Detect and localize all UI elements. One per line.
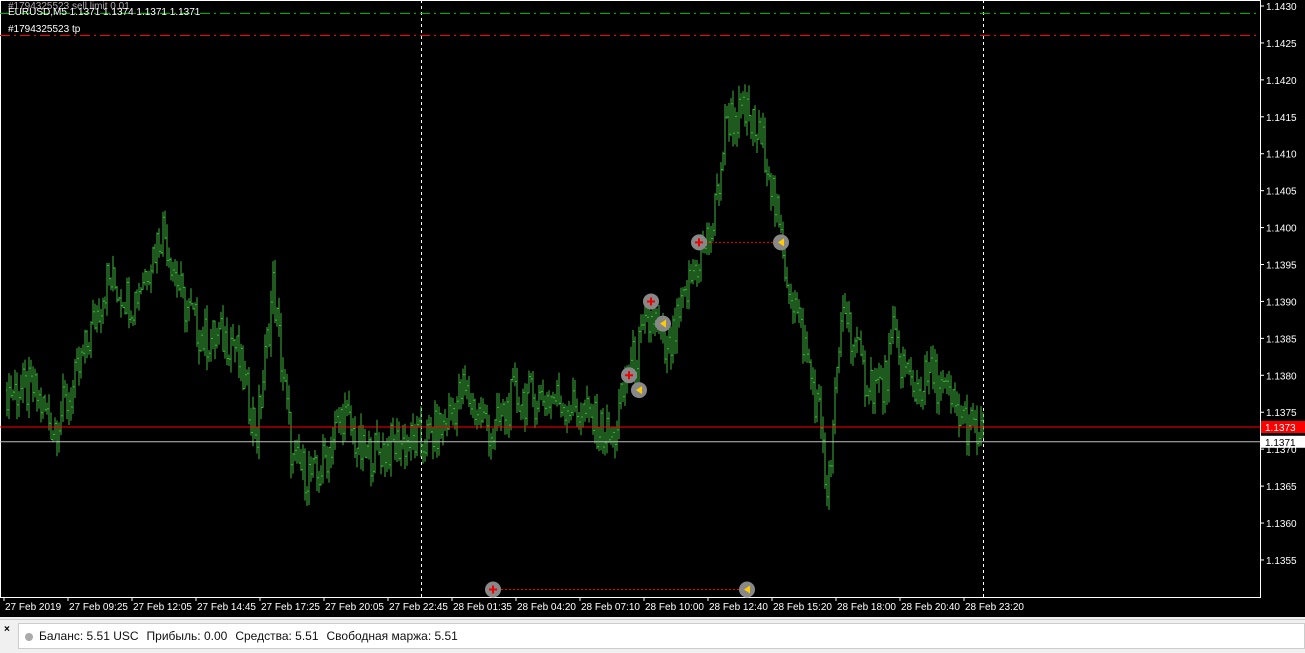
account-panel: Баланс: 5.51 USC Прибыль: 0.00 Средства: 5… <box>18 623 1305 649</box>
profit: Прибыль: 0.00 <box>146 629 228 643</box>
time-tick-label: 28 Feb 18:00 <box>837 602 896 613</box>
equity: Средства: 5.51 <box>235 629 319 643</box>
price-tick-label: 1.1385 <box>1266 334 1297 345</box>
free-margin: Свободная маржа: 5.51 <box>326 629 458 643</box>
time-tick-label: 28 Feb 20:40 <box>901 602 960 613</box>
tp-label: #1794325523 tp <box>8 24 81 35</box>
time-tick-label: 28 Feb 12:40 <box>709 602 768 613</box>
time-tick-label: 27 Feb 14:45 <box>197 602 256 613</box>
time-tick-label: 28 Feb 04:20 <box>517 602 576 613</box>
price-chart[interactable]: 1.1430 1.1425 1.1420 1.1415 1.1410 1.1405 1.14… <box>0 0 1305 617</box>
price-tick-label: 1.1405 <box>1266 187 1297 198</box>
close-icon[interactable]: × <box>4 624 10 635</box>
time-tick-label: 28 Feb 10:00 <box>645 602 704 613</box>
price-tick-label: 1.1410 <box>1266 150 1297 161</box>
price-tick-label: 1.1375 <box>1266 408 1297 419</box>
price-tick-label: 1.1360 <box>1266 519 1297 530</box>
time-tick-label: 27 Feb 22:45 <box>389 602 448 613</box>
price-tick-label: 1.1430 <box>1266 2 1297 13</box>
time-tick-label: 28 Feb 07:10 <box>581 602 640 613</box>
time-tick-label: 28 Feb 15:20 <box>773 602 832 613</box>
price-tick-label: 1.1395 <box>1266 261 1297 272</box>
price-tick-label: 1.1380 <box>1266 371 1297 382</box>
time-tick-label: 27 Feb 12:05 <box>133 602 192 613</box>
price-tick-label: 1.1355 <box>1266 556 1297 567</box>
bid-price-label: 1.1373 <box>1265 423 1296 434</box>
time-tick-label: 28 Feb 01:35 <box>453 602 512 613</box>
time-tick-label: 27 Feb 09:25 <box>69 602 128 613</box>
price-tick-label: 1.1420 <box>1266 76 1297 87</box>
balance: Баланс: 5.51 USC <box>39 629 139 643</box>
status-bar: × Баланс: 5.51 USC Прибыль: 0.00 Средства:… <box>0 619 1305 650</box>
status-dot-icon <box>25 632 33 641</box>
price-tick-label: 1.1425 <box>1266 39 1297 50</box>
time-tick-label: 28 Feb 23:20 <box>965 602 1024 613</box>
chart-canvas[interactable]: 1.1430 1.1425 1.1420 1.1415 1.1410 1.1405 1.14… <box>0 0 1305 617</box>
price-tick-label: 1.1390 <box>1266 297 1297 308</box>
time-tick-label: 27 Feb 17:25 <box>261 602 320 613</box>
last-price-label: 1.1371 <box>1265 438 1296 449</box>
price-tick-label: 1.1415 <box>1266 113 1297 124</box>
time-tick-label: 27 Feb 20:05 <box>325 602 384 613</box>
time-tick-label: 27 Feb 2019 <box>5 602 62 613</box>
price-tick-label: 1.1400 <box>1266 224 1297 235</box>
price-tick-label: 1.1365 <box>1266 482 1297 493</box>
symbol-info: EURUSD,M5 1.1371 1.1374 1.1371 1.1371 <box>8 7 201 18</box>
